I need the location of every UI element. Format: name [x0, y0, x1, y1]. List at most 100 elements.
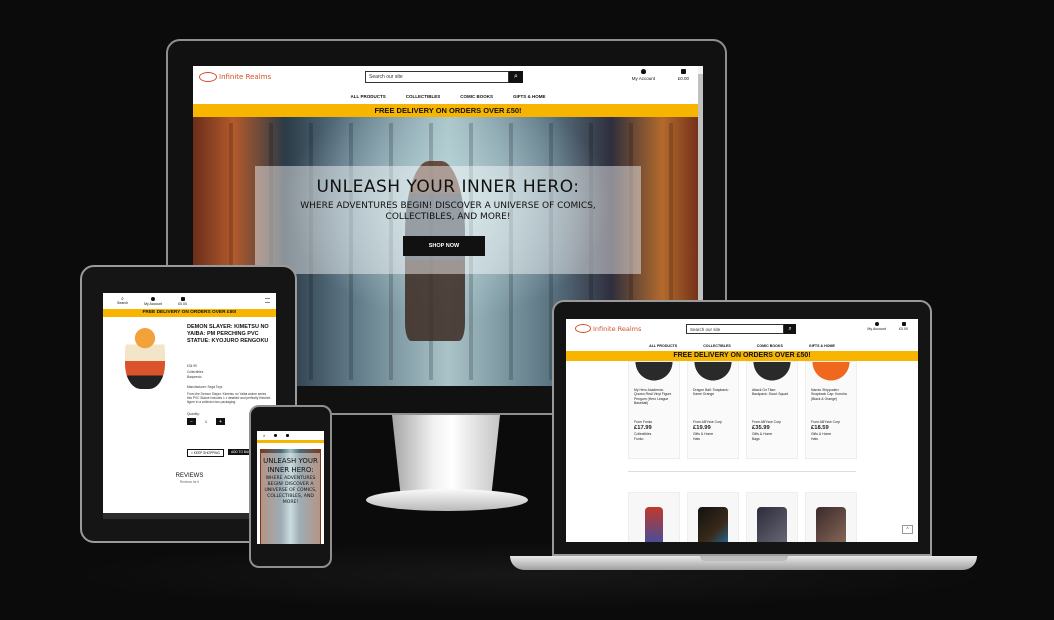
product-image — [747, 362, 797, 384]
product-image — [698, 507, 728, 542]
chevron-up-icon: ^ — [906, 526, 909, 533]
desktop-header: Infinite Realms Search our site ⌕ My Acc… — [193, 66, 703, 88]
shop-now-button[interactable]: SHOP NOW — [403, 236, 485, 256]
product-brand[interactable]: Hats — [688, 437, 738, 442]
nav-gifts-home[interactable]: GIFTS & HOME — [809, 344, 835, 348]
product-image — [816, 507, 846, 542]
laptop-header: Infinite Realms Search our site ⌕ My Acc… — [566, 319, 918, 340]
hamburger-menu-icon[interactable] — [265, 298, 270, 303]
product-card[interactable] — [746, 492, 798, 542]
hero-subtitle: WHERE ADVENTURES BEGIN! DISCOVER A UNIVE… — [264, 476, 317, 505]
account-link[interactable]: My Account — [144, 296, 163, 306]
hero-overlay: UNLEASH YOUR INNER HERO: WHERE ADVENTURE… — [255, 166, 641, 274]
shopping-bag-icon — [901, 322, 906, 326]
product-card[interactable] — [628, 492, 680, 542]
product-grid-row-2 — [628, 492, 857, 542]
product-brand[interactable]: Bags — [747, 437, 797, 442]
site-logo[interactable]: Infinite Realms — [199, 72, 271, 82]
product-price: £35.99 — [752, 425, 770, 432]
search-button[interactable]: ⌕ — [509, 71, 523, 83]
increment-button[interactable]: + — [216, 418, 225, 425]
hero-subtitle: WHERE ADVENTURES BEGIN! DISCOVER A UNIVE… — [300, 201, 596, 222]
product-brand[interactable]: Hats — [806, 437, 856, 442]
product-image — [629, 362, 679, 384]
scrollbar-thumb[interactable] — [698, 74, 703, 304]
keep-shopping-button[interactable]: < KEEP SHOPPING — [187, 449, 224, 457]
account-label: My Account — [631, 76, 655, 81]
product-image — [645, 507, 663, 542]
quantity-input[interactable]: 1 — [200, 419, 212, 424]
nav-comic-books[interactable]: COMIC BOOKS — [757, 344, 783, 348]
product-name[interactable]: Attack On Titan: Backpack: Scout Squad — [747, 384, 797, 420]
quantity-stepper: − 1 + — [187, 418, 225, 425]
product-card[interactable] — [805, 492, 857, 542]
site-logo[interactable]: Infinite Realms — [575, 324, 641, 333]
delivery-banner: FREE DELIVERY ON ORDERS OVER £50! — [566, 351, 918, 361]
product-price: £34.99 — [187, 364, 197, 368]
search-input[interactable]: Search our site — [365, 71, 509, 83]
user-icon — [640, 69, 646, 74]
search-link[interactable]: ⌕ — [263, 434, 265, 438]
product-card[interactable] — [687, 492, 739, 542]
bag-link[interactable]: £0.00 — [899, 322, 908, 331]
product-name[interactable]: Dragon Ball: Snapback: Kame Orange — [688, 384, 738, 420]
product-image — [806, 362, 856, 384]
laptop-screen: Infinite Realms Search our site ⌕ My Acc… — [566, 319, 918, 542]
account-link[interactable]: My Account — [632, 69, 655, 81]
infinity-logo-icon — [575, 324, 591, 333]
bag-total: £0.00 — [899, 327, 908, 331]
account-link[interactable] — [274, 433, 278, 438]
search-input[interactable]: Search our site — [686, 324, 784, 334]
nav-all-products[interactable]: ALL PRODUCTS — [351, 94, 386, 99]
nav-comic-books[interactable]: COMIC BOOKS — [460, 94, 493, 99]
search-icon: ⌕ — [788, 325, 792, 332]
account-label: My Account — [144, 301, 163, 306]
delivery-banner: FREE DELIVERY ON ORDERS OVER £50! — [193, 104, 703, 117]
product-manufacturer: Manufacturer: Sega Toys — [187, 385, 223, 389]
product-brand[interactable]: Banpresto — [187, 375, 271, 379]
user-icon — [274, 433, 278, 437]
hero-overlay: UNLEASH YOUR INNER HERO: WHERE ADVENTURE… — [261, 453, 320, 544]
product-name[interactable]: My Hero Academia: Quown Real Vinyl Figur… — [629, 384, 679, 420]
bag-link[interactable]: £0.00 — [678, 69, 689, 81]
nav-gifts-home[interactable]: GIFTS & HOME — [513, 94, 546, 99]
back-to-top-button[interactable]: ^ — [902, 525, 913, 534]
product-price: £19.99 — [693, 425, 711, 432]
nav-collectibles[interactable]: COLLECTIBLES — [703, 344, 731, 348]
product-brand[interactable]: Funko — [629, 437, 679, 442]
search-link[interactable]: ⌕ Search — [117, 297, 128, 306]
account-label: My Account — [867, 327, 886, 331]
nav-all-products[interactable]: ALL PRODUCTS — [649, 344, 677, 348]
laptop-frame: Infinite Realms Search our site ⌕ My Acc… — [552, 300, 932, 556]
main-nav: ALL PRODUCTS COLLECTIBLES COMIC BOOKS GI… — [566, 340, 918, 351]
bag-link[interactable]: £0.00 — [178, 296, 187, 306]
search-bar: Search our site ⌕ — [686, 324, 796, 334]
phone-frame: ⌕ UNLEASH YOUR INNER HERO: WHERE ADVENTU… — [249, 405, 332, 568]
product-card[interactable]: Naruto Shippuden: Snapback Cap: Konoha (… — [805, 361, 857, 459]
search-icon: ⌕ — [514, 73, 518, 80]
product-category[interactable]: Collectibles — [187, 370, 271, 374]
product-card[interactable]: Attack On Titan: Backpack: Scout Squad F… — [746, 361, 798, 459]
product-card[interactable]: Dragon Ball: Snapback: Kame Orange From … — [687, 361, 739, 459]
monitor-stand-base — [366, 489, 528, 511]
product-title: DEMON SLAYER: KIMETSU NO YAIBA: PM PERCH… — [187, 324, 269, 344]
monitor-stand-neck — [392, 415, 500, 493]
nav-collectibles[interactable]: COLLECTIBLES — [406, 94, 441, 99]
hero-title: UNLEASH YOUR INNER HERO: — [316, 177, 580, 197]
product-image — [125, 327, 165, 389]
user-icon — [151, 296, 156, 301]
account-link[interactable]: My Account — [867, 322, 886, 331]
phone-screen: ⌕ UNLEASH YOUR INNER HERO: WHERE ADVENTU… — [257, 431, 324, 544]
search-button[interactable]: ⌕ — [784, 324, 796, 334]
bag-link[interactable] — [286, 433, 290, 438]
product-description: From the Demon Slayer: Kimetsu no Yaiba … — [187, 392, 271, 404]
product-price: £18.59 — [811, 425, 829, 432]
delivery-banner: FREE DELIVERY ON ORDERS OVER £50! — [103, 309, 276, 317]
main-nav: ALL PRODUCTS COLLECTIBLES COMIC BOOKS GI… — [193, 88, 703, 104]
product-card[interactable]: My Hero Academia: Quown Real Vinyl Figur… — [628, 361, 680, 459]
decrement-button[interactable]: − — [187, 418, 196, 425]
product-price: £17.99 — [634, 425, 652, 432]
logo-text: Infinite Realms — [593, 324, 642, 333]
product-image — [688, 362, 738, 384]
product-name[interactable]: Naruto Shippuden: Snapback Cap: Konoha (… — [806, 384, 856, 420]
